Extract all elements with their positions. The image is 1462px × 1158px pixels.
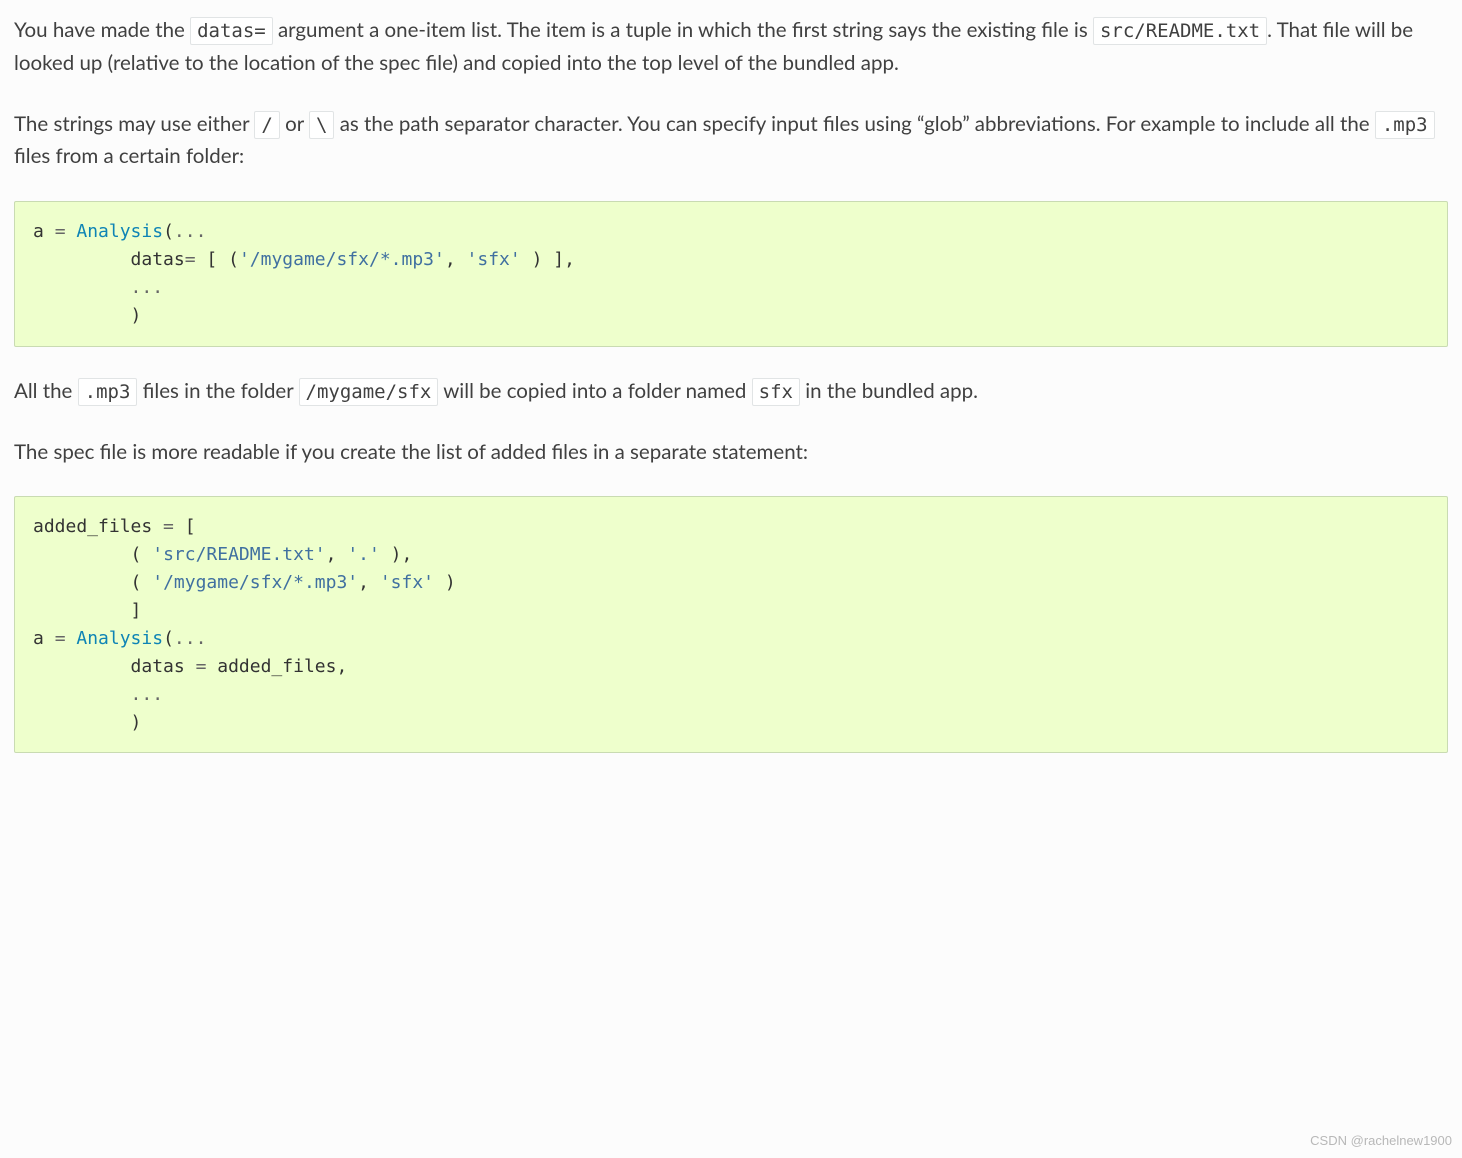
- code-content: a = Analysis(... datas= [ ('/mygame/sfx/…: [33, 218, 1429, 330]
- code-content: added_files = [ ( 'src/README.txt', '.' …: [33, 513, 1429, 736]
- paragraph-2: The strings may use either / or \ as the…: [14, 108, 1448, 174]
- text: in the bundled app.: [800, 379, 978, 403]
- inline-code: src/README.txt: [1093, 17, 1267, 45]
- text: The spec file is more readable if you cr…: [14, 440, 808, 464]
- paragraph-3: All the .mp3 files in the folder /mygame…: [14, 375, 1448, 408]
- paragraph-4: The spec file is more readable if you cr…: [14, 436, 1448, 469]
- text: as the path separator character. You can…: [334, 112, 1374, 136]
- inline-code: /: [254, 111, 279, 139]
- text: files from a certain folder:: [14, 144, 244, 168]
- code-block-2: added_files = [ ( 'src/README.txt', '.' …: [14, 496, 1448, 753]
- inline-code: /mygame/sfx: [299, 378, 439, 406]
- text: files in the folder: [137, 379, 298, 403]
- text: argument a one-item list. The item is a …: [273, 18, 1093, 42]
- text: You have made the: [14, 18, 190, 42]
- code-block-1: a = Analysis(... datas= [ ('/mygame/sfx/…: [14, 201, 1448, 347]
- inline-code: datas=: [190, 17, 273, 45]
- text: The strings may use either: [14, 112, 254, 136]
- inline-code: .mp3: [1375, 111, 1435, 139]
- inline-code: sfx: [752, 378, 800, 406]
- watermark: CSDN @rachelnew1900: [1310, 1131, 1452, 1152]
- text: All the: [14, 379, 78, 403]
- inline-code: \: [309, 111, 334, 139]
- paragraph-1: You have made the datas= argument a one-…: [14, 14, 1448, 80]
- text: or: [280, 112, 309, 136]
- text: will be copied into a folder named: [438, 379, 751, 403]
- inline-code: .mp3: [78, 378, 138, 406]
